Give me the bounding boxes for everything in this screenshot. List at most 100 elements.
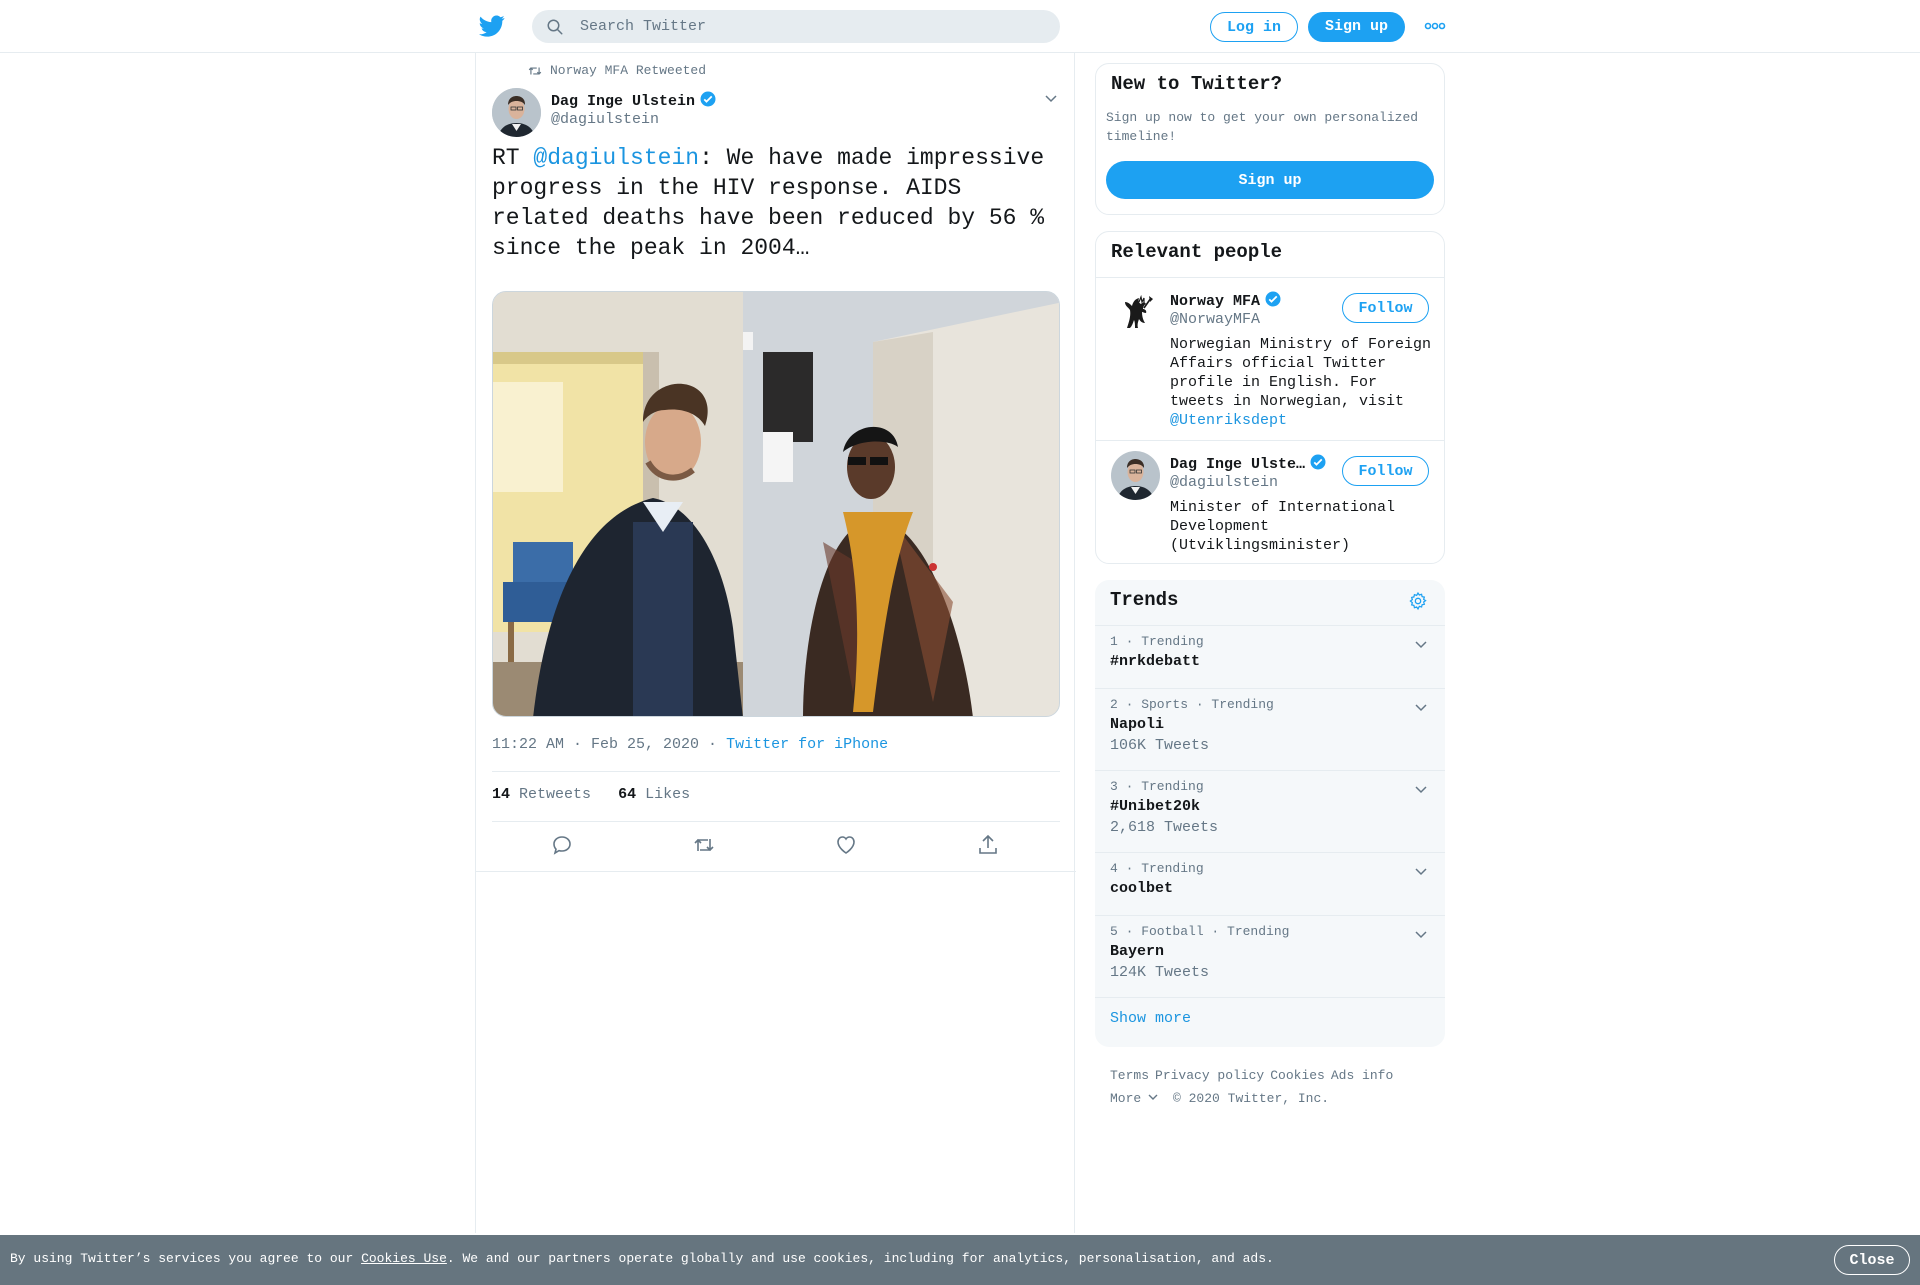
gear-icon[interactable] — [1408, 591, 1428, 611]
tweet-timestamp[interactable]: 11:22 AM · Feb 25, 2020 — [492, 736, 699, 753]
trend-tweet-count: 106K Tweets — [1110, 737, 1210, 754]
author-avatar[interactable] — [492, 88, 541, 137]
chevron-down-icon — [1148, 1094, 1158, 1100]
follow-button[interactable]: Follow — [1342, 456, 1429, 486]
trends-card: Trends 1 · Trending #nrkdebatt 2 · Sport… — [1095, 580, 1445, 1047]
close-button[interactable]: Close — [1834, 1245, 1910, 1275]
share-icon[interactable] — [976, 833, 1000, 857]
person-name-text: Norway MFA — [1170, 293, 1261, 310]
person-handle[interactable]: @dagiulstein — [1170, 474, 1278, 491]
trend-meta: 1 · Trending — [1110, 634, 1204, 649]
utenriksdept-link[interactable]: @Utenriksdept — [1170, 412, 1287, 429]
norway-mfa-avatar[interactable] — [1111, 288, 1160, 337]
likes-label: Likes — [645, 786, 691, 803]
retweet-icon[interactable] — [692, 833, 716, 857]
cookies-use-link[interactable]: Cookies Use — [361, 1251, 447, 1266]
footer-link-ads-info[interactable]: Ads info — [1331, 1068, 1393, 1083]
dag-inge-avatar-image — [1111, 451, 1160, 500]
retweets-label: Retweets — [519, 786, 592, 803]
trend-name: coolbet — [1110, 880, 1174, 897]
footer-link-terms[interactable]: Terms — [1110, 1068, 1149, 1083]
likes-count: 64 — [618, 786, 637, 803]
cookie-text-after: . We and our partners operate globally a… — [446, 1251, 1274, 1266]
tweet-actions — [492, 833, 1060, 865]
tweet-meta: 11:22 AM · Feb 25, 2020 · Twitter for iP… — [492, 736, 888, 753]
trends-title: Trends — [1110, 589, 1179, 611]
trend-name: Napoli — [1110, 716, 1165, 733]
trend-meta: 5 · Football · Trending — [1110, 924, 1290, 939]
login-button[interactable]: Log in — [1210, 12, 1298, 42]
like-heart-icon[interactable] — [834, 833, 858, 857]
search-input[interactable] — [580, 10, 1040, 43]
trend-item[interactable]: 4 · Trending coolbet — [1095, 852, 1445, 915]
tweet-text-prefix: RT — [492, 145, 534, 171]
reply-icon[interactable] — [550, 833, 574, 857]
footer-copyright: © 2020 Twitter, Inc. — [1173, 1091, 1330, 1106]
tweet-mention-link[interactable]: @dagiulstein — [533, 145, 699, 171]
more-dots-icon[interactable] — [1424, 20, 1446, 32]
author-name[interactable]: Dag Inge Ulstein — [551, 90, 717, 110]
author-handle[interactable]: @dagiulstein — [551, 111, 659, 128]
trend-name: #Unibet20k — [1110, 798, 1201, 815]
trend-name: Bayern — [1110, 943, 1165, 960]
person-name[interactable]: Norway MFA — [1170, 290, 1282, 310]
trend-name: #nrkdebatt — [1110, 653, 1201, 670]
chevron-down-icon[interactable] — [1413, 699, 1429, 715]
follow-button[interactable]: Follow — [1342, 293, 1429, 323]
author-avatar-image — [492, 88, 541, 137]
person-name-text: Dag Inge Ulste… — [1170, 456, 1306, 473]
chevron-down-icon[interactable] — [1413, 926, 1429, 942]
divider — [476, 871, 1076, 872]
divider — [1096, 440, 1444, 441]
person-name[interactable]: Dag Inge Ulste… — [1170, 453, 1327, 473]
tweet-column: Norway MFA Retweeted Dag Inge Ulstein @d… — [475, 53, 1076, 1233]
retweets-count: 14 — [492, 786, 511, 803]
verified-badge-icon — [1265, 291, 1281, 307]
trend-item[interactable]: 5 · Football · Trending Bayern 124K Twee… — [1095, 915, 1445, 997]
tweet-photo-image — [493, 292, 1059, 716]
norway-lion-logo-icon — [1111, 288, 1160, 337]
person-bio-text: Norwegian Ministry of Foreign Affairs of… — [1170, 336, 1432, 410]
likes-stat[interactable]: 64 Likes — [618, 786, 690, 803]
trend-meta: 3 · Trending — [1110, 779, 1204, 794]
trend-item[interactable]: 3 · Trending #Unibet20k 2,618 Tweets — [1095, 770, 1445, 852]
top-bar: Log in Sign up — [0, 0, 1920, 53]
person-handle[interactable]: @NorwayMFA — [1170, 311, 1260, 328]
person-bio: Norwegian Ministry of Foreign Affairs of… — [1170, 335, 1435, 430]
relevant-people-title: Relevant people — [1111, 241, 1283, 263]
tweet-source-link[interactable]: Twitter for iPhone — [726, 736, 888, 753]
meta-separator: · — [699, 736, 727, 753]
sidebar-signup-button[interactable]: Sign up — [1106, 161, 1434, 199]
divider — [1096, 277, 1444, 278]
signup-button[interactable]: Sign up — [1308, 12, 1405, 42]
search-icon — [547, 19, 563, 35]
divider — [492, 771, 1060, 772]
trend-tweet-count: 124K Tweets — [1110, 964, 1210, 981]
show-more-link[interactable]: Show more — [1110, 1010, 1191, 1027]
new-to-twitter-description: Sign up now to get your own personalized… — [1106, 110, 1419, 144]
trend-item[interactable]: 1 · Trending #nrkdebatt — [1095, 625, 1445, 688]
cookie-banner: By using Twitter’s services you agree to… — [0, 1235, 1920, 1285]
new-to-twitter-title: New to Twitter? — [1111, 73, 1283, 95]
chevron-down-icon[interactable] — [1413, 781, 1429, 797]
trend-meta: 4 · Trending — [1110, 861, 1204, 876]
verified-badge-icon — [700, 91, 716, 107]
chevron-down-icon[interactable] — [1413, 636, 1429, 652]
tweet-photo[interactable] — [492, 291, 1060, 717]
twitter-bird-icon[interactable] — [478, 13, 506, 39]
footer-link-cookies[interactable]: Cookies — [1270, 1068, 1325, 1083]
footer-link-privacy[interactable]: Privacy policy — [1155, 1068, 1264, 1083]
chevron-down-icon[interactable] — [1413, 863, 1429, 879]
footer-more-menu[interactable]: More — [1110, 1091, 1159, 1106]
dag-inge-avatar[interactable] — [1111, 451, 1160, 500]
person-bio: Minister of International Development (U… — [1170, 499, 1396, 554]
tweet-text: RT @dagiulstein: We have made impressive… — [492, 143, 1062, 263]
relevant-people-card: Relevant people Norway MFA @NorwayMFA Fo… — [1095, 231, 1445, 564]
retweets-stat[interactable]: 14 Retweets — [492, 786, 591, 803]
cookie-text: By using Twitter’s services you agree to… — [10, 1251, 1274, 1266]
trend-item[interactable]: 2 · Sports · Trending Napoli 106K Tweets — [1095, 688, 1445, 770]
trend-tweet-count: 2,618 Tweets — [1110, 819, 1219, 836]
search-box — [532, 10, 1060, 43]
chevron-down-icon[interactable] — [1043, 90, 1059, 106]
divider — [492, 821, 1060, 822]
